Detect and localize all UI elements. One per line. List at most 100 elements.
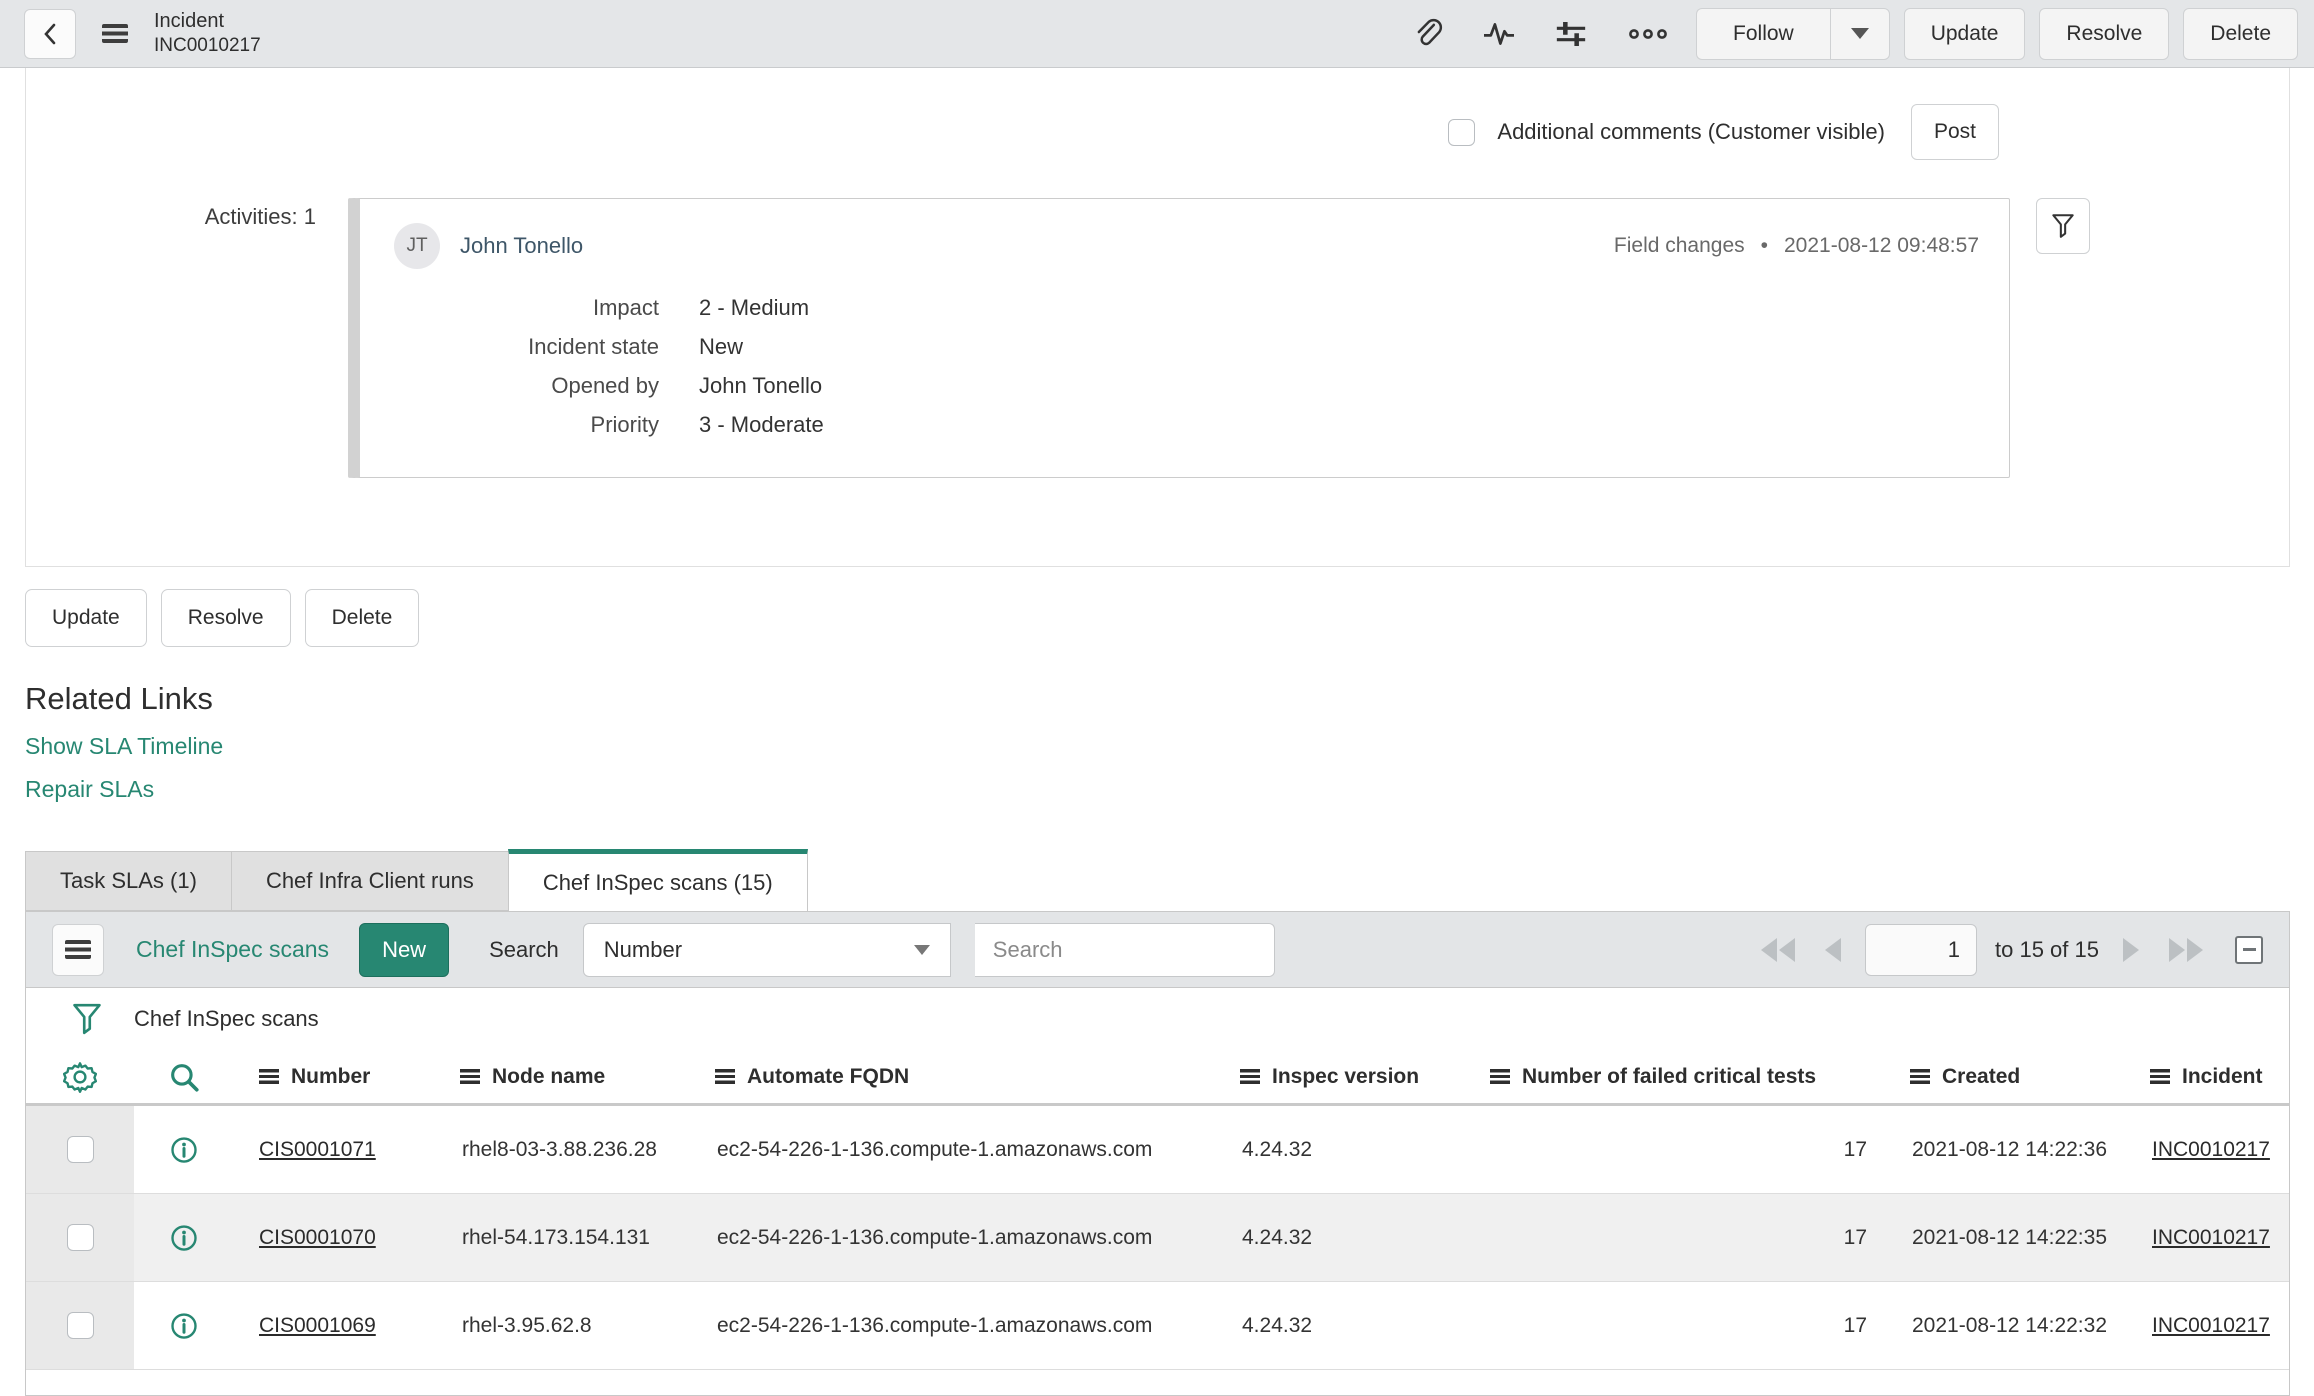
column-header-automate-fqdn[interactable]: Automate FQDN bbox=[697, 1065, 1222, 1089]
paperclip-icon bbox=[1417, 18, 1443, 45]
minus-icon bbox=[2242, 948, 2256, 951]
resolve-button[interactable]: Resolve bbox=[160, 589, 291, 647]
field-label: Opened by bbox=[551, 373, 659, 398]
column-header-failed-critical-tests[interactable]: Number of failed critical tests bbox=[1472, 1065, 1892, 1089]
activities-count-label: Activities: 1 bbox=[204, 204, 316, 229]
field-value: New bbox=[699, 334, 744, 359]
field-label: Incident state bbox=[528, 334, 659, 359]
field-label: Priority bbox=[590, 412, 659, 437]
scan-number-link[interactable]: CIS0001070 bbox=[259, 1226, 376, 1249]
column-header-number[interactable]: Number bbox=[234, 1065, 442, 1089]
info-icon bbox=[171, 1136, 197, 1163]
scan-number-link[interactable]: CIS0001071 bbox=[259, 1138, 376, 1161]
field-changes-list: Impact 2 - Medium Incident state New Ope… bbox=[394, 295, 1979, 438]
form-action-buttons: Update Resolve Delete bbox=[25, 589, 2314, 647]
row-info-button[interactable] bbox=[134, 1135, 234, 1165]
column-header-inspec-version[interactable]: Inspec version bbox=[1222, 1065, 1472, 1089]
activity-stream-button[interactable] bbox=[1470, 11, 1528, 57]
breadcrumb: Chef InSpec scans bbox=[134, 1006, 319, 1031]
column-menu-icon bbox=[715, 1069, 735, 1084]
header-resolve-button[interactable]: Resolve bbox=[2039, 7, 2170, 60]
column-menu-icon bbox=[2150, 1069, 2170, 1084]
next-page-button[interactable] bbox=[2117, 932, 2145, 968]
tab-task-slas[interactable]: Task SLAs (1) bbox=[25, 851, 231, 911]
table-row: CIS0001070 rhel-54.173.154.131 ec2-54-22… bbox=[26, 1194, 2289, 1282]
search-input[interactable] bbox=[974, 922, 1275, 977]
row-checkbox-cell bbox=[26, 1106, 134, 1193]
search-icon bbox=[171, 1063, 199, 1092]
automate-fqdn-cell: ec2-54-226-1-136.compute-1.amazonaws.com bbox=[717, 1313, 1153, 1337]
context-menu-icon[interactable] bbox=[102, 24, 128, 43]
page-number-input[interactable] bbox=[1865, 923, 1978, 976]
attachment-button[interactable] bbox=[1400, 9, 1456, 59]
row-checkbox[interactable] bbox=[66, 1224, 94, 1251]
pulse-icon bbox=[1484, 22, 1515, 45]
column-header-label: Automate FQDN bbox=[747, 1064, 910, 1088]
automate-fqdn-cell: ec2-54-226-1-136.compute-1.amazonaws.com bbox=[717, 1225, 1153, 1249]
search-field-select[interactable]: Number bbox=[582, 922, 951, 977]
search-row-toggle[interactable] bbox=[134, 1060, 234, 1094]
sliders-icon bbox=[1556, 21, 1586, 46]
row-info-button[interactable] bbox=[134, 1311, 234, 1341]
info-icon bbox=[171, 1312, 197, 1339]
record-title: Incident INC0010217 bbox=[154, 9, 261, 58]
follow-split-button: Follow bbox=[1696, 7, 1890, 60]
previous-page-button[interactable] bbox=[1819, 932, 1847, 968]
follow-dropdown-button[interactable] bbox=[1829, 7, 1890, 60]
created-cell: 2021-08-12 14:22:35 bbox=[1912, 1225, 2107, 1249]
activity-filter-button[interactable] bbox=[2036, 198, 2090, 254]
activity-section: Additional comments (Customer visible) P… bbox=[25, 68, 2290, 567]
show-sla-timeline-link[interactable]: Show SLA Timeline bbox=[25, 733, 223, 760]
table-row: CIS0001069 rhel-3.95.62.8 ec2-54-226-1-1… bbox=[26, 1282, 2289, 1370]
column-header-incident[interactable]: Incident bbox=[2132, 1065, 2289, 1089]
incident-link[interactable]: INC0010217 bbox=[2152, 1314, 2270, 1337]
node-name-cell: rhel8-03-3.88.236.28 bbox=[462, 1137, 657, 1161]
incident-link[interactable]: INC0010217 bbox=[2152, 1138, 2270, 1161]
additional-comments-checkbox[interactable] bbox=[1448, 118, 1476, 146]
incident-link[interactable]: INC0010217 bbox=[2152, 1226, 2270, 1249]
row-info-button[interactable] bbox=[134, 1223, 234, 1253]
row-checkbox[interactable] bbox=[66, 1136, 94, 1163]
row-checkbox-cell bbox=[26, 1194, 134, 1281]
column-header-created[interactable]: Created bbox=[1892, 1065, 2132, 1089]
new-button[interactable]: New bbox=[359, 922, 450, 977]
delete-button[interactable]: Delete bbox=[304, 589, 420, 647]
collapse-list-button[interactable] bbox=[2235, 935, 2263, 964]
last-page-button[interactable] bbox=[2163, 932, 2209, 968]
hamburger-icon bbox=[65, 940, 91, 959]
first-page-button[interactable] bbox=[1755, 932, 1801, 968]
search-field-value: Number bbox=[603, 936, 683, 962]
column-menu-icon bbox=[460, 1069, 480, 1084]
related-links-title: Related Links bbox=[25, 681, 213, 716]
pagination: to 15 of 15 bbox=[1755, 923, 2263, 976]
repair-slas-link[interactable]: Repair SLAs bbox=[25, 776, 154, 803]
column-menu-icon bbox=[259, 1069, 279, 1084]
activity-user-link[interactable]: John Tonello bbox=[460, 233, 583, 259]
avatar: JT bbox=[394, 223, 440, 269]
column-header-node-name[interactable]: Node name bbox=[442, 1065, 697, 1089]
scan-number-link[interactable]: CIS0001069 bbox=[259, 1314, 376, 1337]
more-options-button[interactable] bbox=[1614, 18, 1682, 50]
chef-inspec-scans-list: Chef InSpec scans New Search Number to 1… bbox=[25, 911, 2290, 1396]
list-menu-button[interactable] bbox=[52, 923, 104, 976]
column-header-label: Incident bbox=[2182, 1064, 2263, 1088]
header-delete-button[interactable]: Delete bbox=[2183, 7, 2298, 60]
filter-funnel-icon[interactable] bbox=[70, 1001, 104, 1037]
header-update-button[interactable]: Update bbox=[1903, 7, 2026, 60]
column-header-label: Node name bbox=[492, 1064, 606, 1088]
failed-critical-tests-cell: 17 bbox=[1843, 1225, 1867, 1249]
funnel-icon bbox=[2052, 214, 2074, 238]
tab-chef-infra-client-runs[interactable]: Chef Infra Client runs bbox=[230, 851, 508, 911]
personalize-form-button[interactable] bbox=[1542, 9, 1600, 59]
inspec-version-cell: 4.24.32 bbox=[1242, 1137, 1313, 1161]
back-button[interactable] bbox=[24, 8, 76, 59]
update-button[interactable]: Update bbox=[25, 589, 147, 647]
row-checkbox[interactable] bbox=[66, 1312, 94, 1339]
field-label: Impact bbox=[592, 295, 659, 320]
follow-button[interactable]: Follow bbox=[1696, 7, 1830, 60]
list-title-link[interactable]: Chef InSpec scans bbox=[136, 936, 329, 963]
post-button[interactable]: Post bbox=[1910, 104, 1999, 160]
personalize-columns-button[interactable] bbox=[26, 1060, 134, 1094]
failed-critical-tests-cell: 17 bbox=[1843, 1313, 1867, 1337]
tab-chef-inspec-scans[interactable]: Chef InSpec scans (15) bbox=[507, 849, 808, 911]
